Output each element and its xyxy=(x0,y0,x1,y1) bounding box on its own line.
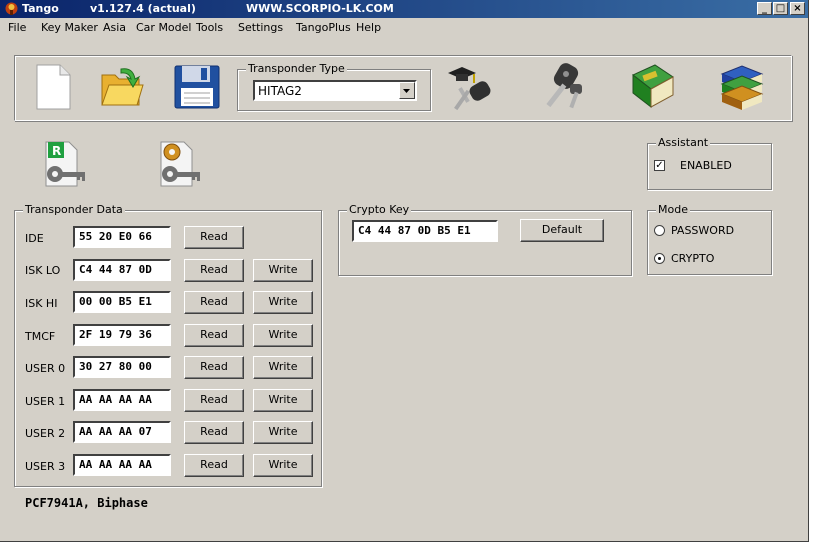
read-ide-button[interactable]: Read xyxy=(184,226,244,249)
menu-tangoplus[interactable]: TangoPlus xyxy=(296,21,351,34)
close-button[interactable]: × xyxy=(790,2,805,15)
menu-key-maker[interactable]: Key Maker xyxy=(41,21,98,34)
row-label-user-3: USER 3 xyxy=(25,460,66,473)
user-3-field[interactable]: AA AA AA AA xyxy=(73,454,171,476)
row-label-isk-lo: ISK LO xyxy=(25,264,61,277)
mode-legend: Mode xyxy=(656,203,690,216)
app-window: Tango v1.127.4 (actual) WWW.SCORPIO-LK.C… xyxy=(0,0,809,542)
menu-help[interactable]: Help xyxy=(356,21,381,34)
row-label-tmcf: TMCF xyxy=(25,330,56,343)
new-file-icon[interactable] xyxy=(34,63,74,111)
read-user-1-button[interactable]: Read xyxy=(184,389,244,412)
row-label-isk-hi: ISK HI xyxy=(25,297,58,310)
write-user-3-button[interactable]: Write xyxy=(253,454,313,477)
minimize-button[interactable]: _ xyxy=(757,2,772,15)
isk-hi-field[interactable]: 00 00 B5 E1 xyxy=(73,291,171,313)
write-isk-lo-button[interactable]: Write xyxy=(253,259,313,282)
status-text: PCF7941A, Biphase xyxy=(25,496,148,510)
write-user-1-button[interactable]: Write xyxy=(253,389,313,412)
assistant-legend: Assistant xyxy=(656,136,711,149)
user-1-field[interactable]: AA AA AA AA xyxy=(73,389,171,411)
crypto-key-field[interactable]: C4 44 87 0D B5 E1 xyxy=(352,220,498,242)
password-radio[interactable] xyxy=(654,225,665,236)
green-book-icon[interactable] xyxy=(629,63,677,111)
menu-bar: File Key Maker Asia Car Model Tools Sett… xyxy=(0,19,808,37)
mode-group: Mode xyxy=(647,203,772,275)
crypto-radio-label: CRYPTO xyxy=(671,252,715,265)
write-user-2-button[interactable]: Write xyxy=(253,421,313,444)
assistant-enabled-label: ENABLED xyxy=(680,159,732,172)
site-url: WWW.SCORPIO-LK.COM xyxy=(246,2,394,15)
read-user-3-button[interactable]: Read xyxy=(184,454,244,477)
scorpion-app-icon xyxy=(5,2,18,15)
read-tmcf-button[interactable]: Read xyxy=(184,324,244,347)
transponder-type-value: HITAG2 xyxy=(258,84,302,98)
write-isk-hi-button[interactable]: Write xyxy=(253,291,313,314)
crypto-radio[interactable] xyxy=(654,253,665,264)
user-2-field[interactable]: AA AA AA 07 xyxy=(73,421,171,443)
app-version: v1.127.4 (actual) xyxy=(90,2,196,15)
graduate-key-icon[interactable] xyxy=(446,63,496,113)
menu-settings[interactable]: Settings xyxy=(238,21,283,34)
ide-field[interactable]: 55 20 E0 66 xyxy=(73,226,171,248)
title-bar[interactable]: Tango v1.127.4 (actual) WWW.SCORPIO-LK.C… xyxy=(0,0,808,18)
default-button[interactable]: Default xyxy=(520,219,604,242)
assistant-enabled-checkbox[interactable]: ✓ xyxy=(654,160,665,171)
menu-car-model[interactable]: Car Model xyxy=(136,21,191,34)
crypto-key-legend: Crypto Key xyxy=(347,203,412,216)
row-label-user-2: USER 2 xyxy=(25,427,66,440)
isk-lo-field[interactable]: C4 44 87 0D xyxy=(73,259,171,281)
car-keys-icon[interactable] xyxy=(538,62,590,112)
menu-file[interactable]: File xyxy=(8,21,26,34)
write-user-0-button[interactable]: Write xyxy=(253,356,313,379)
write-tmcf-button[interactable]: Write xyxy=(253,324,313,347)
menu-tools[interactable]: Tools xyxy=(196,21,223,34)
maximize-button[interactable]: □ xyxy=(773,2,788,15)
row-label-user-1: USER 1 xyxy=(25,395,66,408)
row-label-ide: IDE xyxy=(25,232,44,245)
tmcf-field[interactable]: 2F 19 79 36 xyxy=(73,324,171,346)
read-isk-lo-button[interactable]: Read xyxy=(184,259,244,282)
menu-asia[interactable]: Asia xyxy=(103,21,126,34)
transponder-data-legend: Transponder Data xyxy=(23,203,125,216)
transponder-type-select[interactable]: HITAG2 xyxy=(253,80,417,101)
read-user-0-button[interactable]: Read xyxy=(184,356,244,379)
transponder-type-legend: Transponder Type xyxy=(246,62,347,75)
open-folder-icon[interactable] xyxy=(99,65,145,109)
read-user-2-button[interactable]: Read xyxy=(184,421,244,444)
save-disk-icon[interactable] xyxy=(173,64,221,110)
password-radio-label: PASSWORD xyxy=(671,224,735,237)
read-isk-hi-button[interactable]: Read xyxy=(184,291,244,314)
settings-key-file-icon[interactable] xyxy=(158,140,204,188)
user-0-field[interactable]: 30 27 80 00 xyxy=(73,356,171,378)
app-title: Tango xyxy=(22,2,59,15)
read-key-file-icon[interactable]: R xyxy=(43,140,89,188)
row-label-user-0: USER 0 xyxy=(25,362,66,375)
svg-text:R: R xyxy=(52,144,61,158)
chevron-down-icon[interactable] xyxy=(399,82,415,99)
transponder-data-group: Transponder Data xyxy=(14,203,322,487)
books-stack-icon[interactable] xyxy=(718,62,768,112)
